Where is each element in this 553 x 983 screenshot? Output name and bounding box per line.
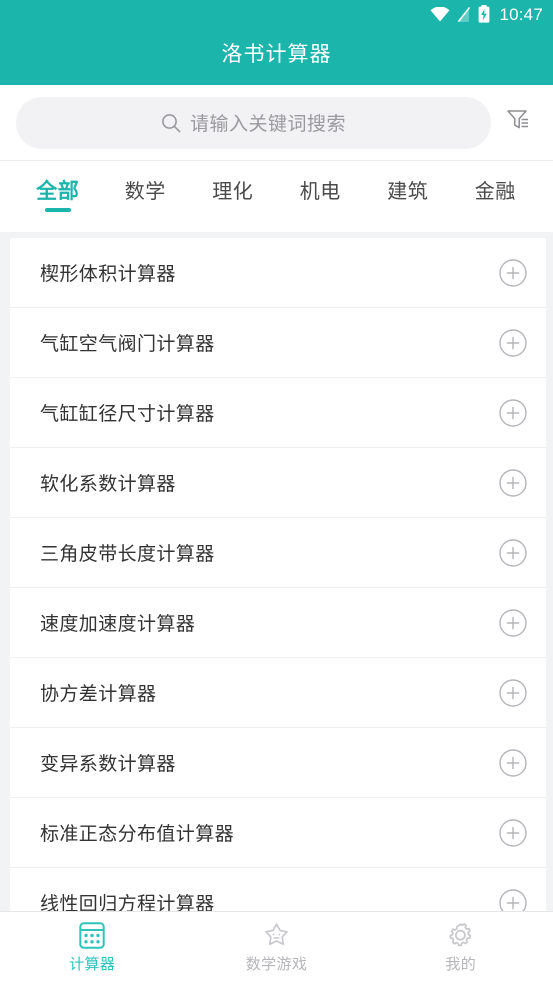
gear-icon xyxy=(447,921,474,949)
nav-item-math-game[interactable]: 数学游戏 xyxy=(184,912,368,983)
tab-label: 理化 xyxy=(212,181,254,203)
filter-icon xyxy=(505,107,531,138)
tab-label: 数学 xyxy=(124,181,166,203)
nav-label: 我的 xyxy=(445,956,477,973)
list-card: 楔形体积计算器气缸空气阀门计算器 气缸缸径尺寸计算器 软化系数计算器三角皮带长度计算… xyxy=(10,238,546,911)
tab-active-indicator xyxy=(44,208,71,212)
nav-label: 计算器 xyxy=(69,956,116,973)
nav-item-profile[interactable]: 我的 xyxy=(369,912,553,983)
list-item[interactable]: 楔形体积计算器 xyxy=(10,238,546,308)
list-item-label: 速度加速度计算器 xyxy=(40,614,196,635)
list-item-label: 软化系数计算器 xyxy=(40,474,176,495)
tab-label: 机电 xyxy=(299,181,341,203)
list-item-label: 变异系数计算器 xyxy=(40,754,176,775)
list-item-label: 协方差计算器 xyxy=(40,684,157,705)
tab-physics-chemistry[interactable]: 理化 xyxy=(189,161,277,232)
list-item[interactable]: 气缸空气阀门计算器 xyxy=(10,308,546,378)
star-face-icon xyxy=(263,921,290,949)
plus-circle-icon[interactable] xyxy=(498,608,528,638)
plus-circle-icon[interactable] xyxy=(498,258,528,288)
status-bar: 10:47 xyxy=(0,0,553,28)
plus-circle-icon[interactable] xyxy=(498,748,528,778)
tab-label: 金融 xyxy=(474,181,516,203)
plus-circle-icon[interactable] xyxy=(498,818,528,848)
app-root: 10:47 洛书计算器 请输入关键词搜索 全部 数学 理化 机电 建筑 金融 楔… xyxy=(0,0,553,983)
list-item[interactable]: 线性回归方程计算器 xyxy=(10,868,546,911)
tab-label: 建筑 xyxy=(387,181,429,203)
list-item-label: 气缸缸径尺寸计算器 xyxy=(40,404,215,425)
status-time: 10:47 xyxy=(499,4,543,24)
category-tabs: 全部 数学 理化 机电 建筑 金融 xyxy=(0,160,553,232)
list-item[interactable]: 速度加速度计算器 xyxy=(10,588,546,658)
search-bar: 请输入关键词搜索 xyxy=(0,85,553,160)
tab-all[interactable]: 全部 xyxy=(14,161,102,232)
plus-circle-icon[interactable] xyxy=(498,538,528,568)
tab-electromechanical[interactable]: 机电 xyxy=(277,161,365,232)
list-item-label: 三角皮带长度计算器 xyxy=(40,544,215,565)
list-item[interactable]: 标准正态分布值计算器 xyxy=(10,798,546,868)
search-input[interactable]: 请输入关键词搜索 xyxy=(16,96,491,149)
nav-item-calculator[interactable]: 计算器 xyxy=(0,912,184,983)
bottom-navigation: 计算器 数学游戏 我的 xyxy=(0,911,553,983)
calculator-list[interactable]: 楔形体积计算器气缸空气阀门计算器 气缸缸径尺寸计算器 软化系数计算器三角皮带长度计算… xyxy=(0,232,553,911)
list-item-label: 楔形体积计算器 xyxy=(40,264,176,285)
search-icon xyxy=(161,113,181,133)
search-placeholder: 请输入关键词搜索 xyxy=(189,114,346,135)
list-item[interactable]: 协方差计算器 xyxy=(10,658,546,728)
plus-circle-icon[interactable] xyxy=(498,678,528,708)
list-item-label: 气缸空气阀门计算器 xyxy=(40,334,215,355)
list-item[interactable]: 软化系数计算器 xyxy=(10,448,546,518)
list-item[interactable]: 三角皮带长度计算器 xyxy=(10,518,546,588)
page-title: 洛书计算器 xyxy=(221,43,332,66)
tab-label: 全部 xyxy=(36,180,80,203)
nav-label: 数学游戏 xyxy=(245,956,308,973)
signal-off-icon xyxy=(457,6,471,23)
wifi-icon xyxy=(430,6,450,22)
battery-charging-icon xyxy=(478,5,490,23)
list-item-label: 线性回归方程计算器 xyxy=(40,894,215,911)
tab-finance[interactable]: 金融 xyxy=(452,161,540,232)
tab-math[interactable]: 数学 xyxy=(102,161,190,232)
list-item-label: 标准正态分布值计算器 xyxy=(40,824,235,845)
list-item[interactable]: 变异系数计算器 xyxy=(10,728,546,798)
calculator-icon xyxy=(79,921,105,949)
plus-circle-icon[interactable] xyxy=(498,398,528,428)
plus-circle-icon[interactable] xyxy=(498,468,528,498)
tab-construction[interactable]: 建筑 xyxy=(364,161,452,232)
plus-circle-icon[interactable] xyxy=(498,888,528,911)
filter-button[interactable] xyxy=(491,97,545,149)
list-item[interactable]: 气缸缸径尺寸计算器 xyxy=(10,378,546,448)
app-header: 10:47 洛书计算器 xyxy=(0,0,553,85)
plus-circle-icon[interactable] xyxy=(498,328,528,358)
